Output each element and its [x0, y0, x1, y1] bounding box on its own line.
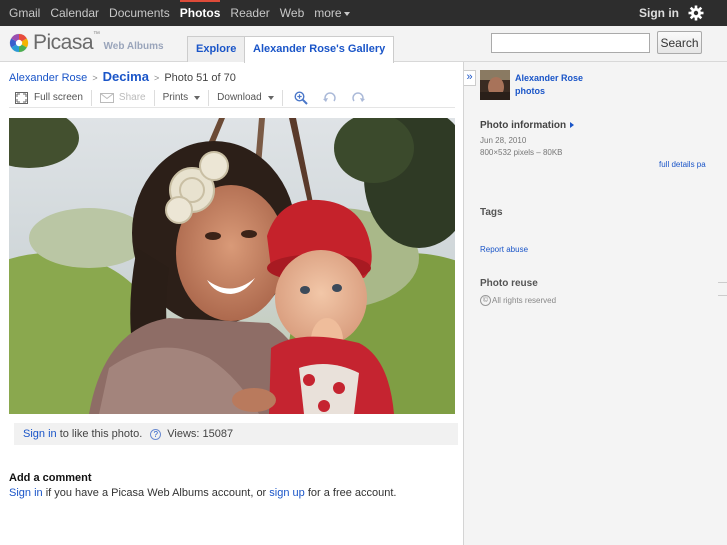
zoom-in-icon [294, 90, 308, 105]
photo-position: Photo 51 of 70 [164, 72, 236, 84]
gear-icon[interactable] [688, 5, 704, 21]
rights-text: All rights reserved [492, 296, 557, 305]
avatar-image [480, 70, 510, 100]
nav-more-label: more [314, 6, 342, 20]
breadcrumb-separator: > [153, 73, 160, 83]
photo-information-label: Photo information [480, 120, 567, 131]
chevron-down-icon [343, 11, 350, 16]
photo-image [9, 118, 455, 414]
breadcrumb: Alexander Rose > Decima > Photo 51 of 70 [9, 69, 236, 84]
comment-text: if you have a Picasa Web Albums account,… [42, 487, 270, 499]
header: Picasa™ Web Albums Explore Alexander Ros… [0, 26, 727, 63]
fullscreen-button[interactable]: Full screen [9, 89, 88, 107]
toolbar-divider [281, 89, 283, 106]
owner-name-link[interactable]: Alexander Rose [515, 73, 583, 83]
toolbar-divider [208, 89, 210, 106]
photo-toolbar: Full screen Share Prints Download [9, 88, 455, 108]
main-photo[interactable] [9, 118, 455, 414]
picasa-logo[interactable]: Picasa™ Web Albums [9, 31, 164, 55]
nav-link-calendar[interactable]: Calendar [50, 0, 99, 26]
logo-word: Picasa [33, 31, 94, 54]
chevron-down-icon [267, 95, 274, 100]
add-comment-heading: Add a comment [9, 472, 92, 484]
search-input[interactable] [491, 33, 650, 53]
prints-menu[interactable]: Prints [158, 89, 206, 107]
owner-avatar[interactable] [480, 70, 510, 100]
tags-heading: Tags [480, 207, 503, 218]
chevron-down-icon [194, 95, 201, 100]
full-details-link[interactable]: full details pa [659, 160, 706, 169]
tab-explore[interactable]: Explore [187, 36, 246, 62]
download-menu[interactable]: Download [212, 89, 278, 107]
search-button[interactable]: Search [657, 31, 702, 54]
toolbar-divider [153, 89, 155, 106]
breadcrumb-album-link[interactable]: Decima [103, 69, 149, 84]
fullscreen-icon [15, 91, 28, 104]
share-label: Share [118, 92, 146, 103]
owner-photos-link[interactable]: photos [515, 86, 545, 96]
nav-link-gmail[interactable]: Gmail [9, 0, 40, 26]
toolbar-divider [90, 89, 92, 106]
rotate-right-button[interactable] [344, 89, 372, 107]
envelope-icon [99, 92, 114, 103]
comment-signin-prompt: Sign in if you have a Picasa Web Albums … [9, 487, 396, 499]
photo-reuse-heading: Photo reuse [480, 278, 538, 289]
top-nav-bar: Gmail Calendar Documents Photos Reader W… [0, 0, 727, 26]
logo-trademark: ™ [93, 31, 100, 38]
fullscreen-label: Full screen [34, 92, 83, 103]
nav-link-photos[interactable]: Photos [179, 0, 220, 26]
like-bar: Sign in to like this photo. ? Views: 150… [14, 423, 458, 445]
copyright-icon: © [480, 295, 491, 306]
photo-date: Jun 28, 2010 [480, 136, 527, 145]
like-text: to like this photo. [56, 428, 143, 440]
nav-link-documents[interactable]: Documents [109, 0, 170, 26]
prints-label: Prints [162, 92, 189, 103]
collapse-sidebar-button[interactable]: » [464, 70, 476, 86]
view-count: Views: 15087 [167, 428, 234, 440]
report-abuse-link[interactable]: Report abuse [480, 245, 528, 254]
nav-link-reader[interactable]: Reader [230, 0, 269, 26]
download-label: Download [217, 92, 262, 103]
share-button[interactable]: Share [95, 89, 151, 107]
help-icon[interactable]: ? [150, 428, 162, 440]
breadcrumb-owner-link[interactable]: Alexander Rose [9, 72, 87, 84]
nav-link-more[interactable]: more [314, 0, 350, 26]
zoom-button[interactable] [286, 89, 316, 107]
comment-signin-link[interactable]: Sign in [9, 487, 43, 499]
rotate-left-icon [322, 91, 336, 102]
chevron-right-icon [570, 122, 575, 128]
sidebar-resize-grip[interactable] [718, 282, 727, 296]
signin-link[interactable]: Sign in [639, 0, 679, 26]
nav-link-web[interactable]: Web [280, 0, 304, 26]
top-nav-links: Gmail Calendar Documents Photos Reader W… [9, 0, 360, 26]
photo-info-sidebar: » Alexander Rose photos Photo informatio… [463, 62, 727, 545]
photo-information-toggle[interactable]: Photo information [480, 120, 575, 131]
rotate-right-icon [351, 91, 365, 102]
logo-wordmark: Picasa™ [33, 31, 100, 55]
rotate-left-button[interactable] [316, 89, 344, 107]
photo-dimensions: 800×532 pixels – 80KB [480, 148, 563, 157]
tab-gallery[interactable]: Alexander Rose's Gallery [244, 36, 395, 63]
picasa-pinwheel-icon [9, 33, 29, 53]
comment-text-end: for a free account. [304, 487, 397, 499]
rights-statement: © All rights reserved [480, 295, 556, 306]
breadcrumb-separator: > [92, 73, 98, 83]
like-signin-link[interactable]: Sign in [23, 428, 57, 440]
signup-link[interactable]: sign up [269, 487, 304, 499]
logo-subtitle: Web Albums [103, 40, 164, 52]
